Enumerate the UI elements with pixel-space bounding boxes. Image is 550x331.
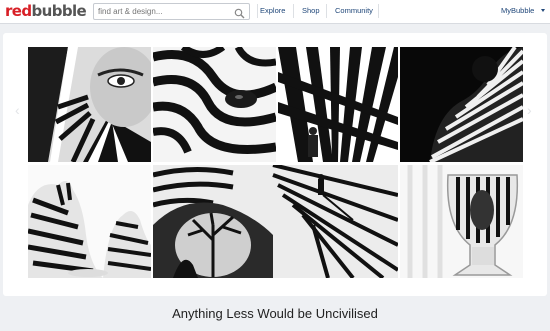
search-box[interactable] bbox=[93, 3, 250, 20]
arrow-left-icon[interactable]: ‹ bbox=[15, 102, 20, 118]
redbubble-logo[interactable]: redbubble bbox=[5, 1, 87, 21]
nav-divider bbox=[293, 4, 294, 18]
zebra-eye-image bbox=[153, 47, 276, 162]
nav-shop[interactable]: Shop bbox=[302, 6, 320, 15]
striped-room-image bbox=[278, 47, 398, 162]
nav-divider bbox=[378, 4, 379, 18]
gallery-tile-zebra-herd[interactable] bbox=[28, 165, 151, 278]
account-menu[interactable]: MyBubble bbox=[501, 6, 534, 15]
tree-silhouette-image bbox=[153, 165, 398, 278]
chevron-down-icon[interactable] bbox=[541, 9, 545, 12]
arrow-right-icon[interactable]: › bbox=[527, 102, 532, 118]
nav-explore[interactable]: Explore bbox=[260, 6, 285, 15]
striped-glass-image bbox=[400, 165, 523, 278]
search-input[interactable] bbox=[98, 5, 228, 18]
gallery-tile-zebra-eye[interactable] bbox=[153, 47, 276, 162]
gallery-tile-face[interactable] bbox=[28, 47, 151, 162]
gallery-tile-striped-glass[interactable] bbox=[400, 165, 523, 278]
gallery-tile-striped-room[interactable] bbox=[278, 47, 398, 162]
zebra-herd-image bbox=[28, 165, 151, 278]
search-icon[interactable] bbox=[234, 6, 245, 19]
nav-divider bbox=[257, 4, 258, 18]
top-navigation-bar: redbubble Explore Shop Community MyBubbl… bbox=[0, 0, 550, 24]
gallery-tile-tree-silhouette[interactable] bbox=[153, 165, 398, 278]
page-title: Anything Less Would be Uncivilised bbox=[172, 306, 378, 321]
gallery-tile-striped-silhouette[interactable] bbox=[400, 47, 523, 162]
striped-silhouette-image bbox=[400, 47, 523, 162]
stripes-face-image bbox=[28, 47, 151, 162]
nav-community[interactable]: Community bbox=[335, 6, 373, 15]
nav-divider bbox=[326, 4, 327, 18]
